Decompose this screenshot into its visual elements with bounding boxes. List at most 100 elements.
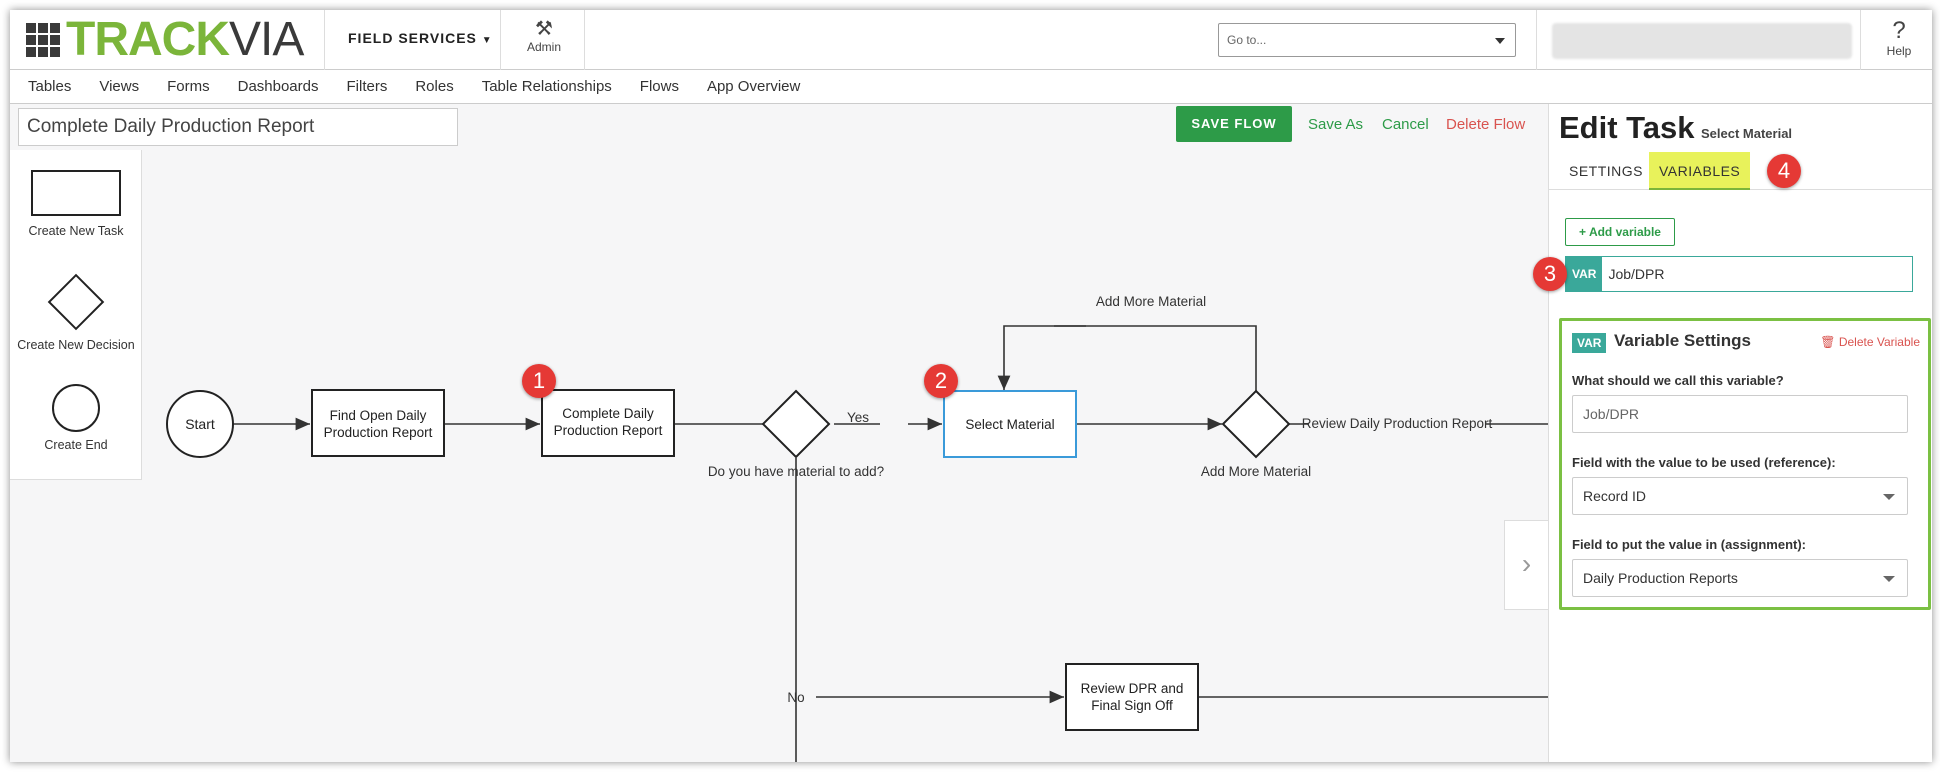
cancel-link[interactable]: Cancel xyxy=(1382,116,1429,133)
delete-flow-link[interactable]: Delete Flow xyxy=(1446,116,1525,133)
panel-subtitle: Select Material xyxy=(1701,126,1793,141)
delete-variable-link[interactable]: 🗑 Delete Variable xyxy=(1820,335,1920,349)
nav-views[interactable]: Views xyxy=(99,78,139,95)
nav-forms[interactable]: Forms xyxy=(167,78,210,95)
task-label: Production Report xyxy=(324,425,433,440)
task-review-dpr[interactable] xyxy=(1065,663,1199,731)
assignment-field-select[interactable]: Daily Production Reports xyxy=(1572,559,1908,597)
callout-badge: 1 xyxy=(522,364,556,398)
task-label: Production Report xyxy=(554,423,663,438)
flow-name-input[interactable]: Complete Daily Production Report xyxy=(18,108,458,146)
trackvia-logo[interactable]: TRACKVIA xyxy=(26,16,304,64)
assignment-field-value: Daily Production Reports xyxy=(1583,570,1738,586)
app-name: FIELD SERVICES xyxy=(348,30,477,46)
decision-label: Do you have material to add? xyxy=(708,464,884,479)
logo-text-via: VIA xyxy=(228,13,304,66)
tab-settings[interactable]: SETTINGS xyxy=(1557,152,1655,190)
plus-icon: + xyxy=(1579,225,1587,239)
caret-down-icon xyxy=(1495,38,1505,44)
variable-name-input[interactable]: Job/DPR xyxy=(1572,395,1908,433)
var-tag: VAR xyxy=(1566,257,1603,291)
user-menu[interactable] xyxy=(1552,23,1852,59)
nav-app-overview[interactable]: App Overview xyxy=(707,78,800,95)
shape-palette: Create New Task Create New Decision Crea… xyxy=(10,150,142,480)
nav-dashboards[interactable]: Dashboards xyxy=(238,78,319,95)
variable-list-item[interactable]: VAR Job/DPR xyxy=(1565,256,1913,292)
connector xyxy=(997,325,1086,390)
loop-label: Add More Material xyxy=(1096,294,1206,309)
nav-tables[interactable]: Tables xyxy=(28,78,71,95)
callout-badge: 3 xyxy=(1533,257,1567,291)
caret-down-icon xyxy=(1883,576,1895,582)
variable-settings-card: VAR Variable Settings 🗑 Delete Variable … xyxy=(1559,318,1931,610)
divider xyxy=(324,10,325,70)
create-decision-tool[interactable]: Create New Decision xyxy=(10,273,142,352)
task-find-open-dpr[interactable] xyxy=(311,389,445,457)
tool-label: Create End xyxy=(44,438,108,452)
divider xyxy=(1536,10,1537,70)
edit-task-panel: Edit Task Select Material SETTINGS VARIA… xyxy=(1533,104,1932,762)
decision-add-more[interactable] xyxy=(1221,389,1291,459)
end-shape-icon xyxy=(52,384,100,432)
callout-badge: 2 xyxy=(924,364,958,398)
assignment-field-label: Field to put the value in (assignment): xyxy=(1572,537,1807,552)
create-end-tool[interactable]: Create End xyxy=(10,384,142,452)
caret-down-icon xyxy=(1883,494,1895,500)
nav-flows[interactable]: Flows xyxy=(640,78,679,95)
decision-label: Add More Material xyxy=(1201,464,1311,479)
tab-variables[interactable]: VARIABLES xyxy=(1649,152,1751,190)
save-as-link[interactable]: Save As xyxy=(1308,116,1363,133)
yes-label: Yes xyxy=(847,410,869,425)
variable-name-label: What should we call this variable? xyxy=(1572,373,1784,388)
review-label: Review Daily Production Report xyxy=(1302,416,1493,431)
variable-name: Job/DPR xyxy=(1608,266,1665,282)
flow-canvas[interactable]: Start Find Open Daily Production Report … xyxy=(10,104,1548,762)
reference-field-select[interactable]: Record ID xyxy=(1572,477,1908,515)
reference-field-value: Record ID xyxy=(1583,488,1647,504)
save-flow-button[interactable]: SAVE FLOW xyxy=(1176,106,1292,142)
divider xyxy=(500,10,501,70)
help-button[interactable]: ? Help xyxy=(1874,18,1924,59)
nav-filters[interactable]: Filters xyxy=(347,78,388,95)
divider xyxy=(1860,10,1861,70)
panel-title: Edit Task xyxy=(1559,110,1695,145)
start-label: Start xyxy=(185,416,215,432)
admin-button[interactable]: ⚒ Admin xyxy=(514,18,574,54)
nav-roles[interactable]: Roles xyxy=(415,78,453,95)
task-label: Complete Daily xyxy=(562,406,654,421)
tool-label: Create New Decision xyxy=(17,338,135,352)
var-tag: VAR xyxy=(1572,333,1607,353)
no-label: No xyxy=(787,690,804,705)
add-variable-button[interactable]: + Add variable xyxy=(1565,218,1675,246)
goto-select[interactable]: Go to... xyxy=(1218,23,1516,57)
tools-icon: ⚒ xyxy=(535,18,553,40)
chevron-down-icon: ▼ xyxy=(481,35,493,46)
task-label: Review DPR and xyxy=(1081,681,1184,696)
task-label: Find Open Daily xyxy=(330,408,427,423)
collapse-panel-button[interactable]: › xyxy=(1504,520,1548,610)
logo-text-track: TRACK xyxy=(66,13,230,66)
create-task-tool[interactable]: Create New Task xyxy=(10,170,142,238)
goto-placeholder: Go to... xyxy=(1227,33,1267,47)
connector xyxy=(1054,325,1257,391)
reference-field-label: Field with the value to be used (referen… xyxy=(1572,455,1836,470)
variable-settings-title: Variable Settings xyxy=(1614,331,1751,350)
trash-icon: 🗑 xyxy=(1820,335,1836,349)
logo-grid-icon xyxy=(26,23,60,57)
app-window: TRACKVIA FIELD SERVICES ▼ ⚒ Admin Go to.… xyxy=(10,10,1932,762)
decision-shape-icon xyxy=(47,273,105,331)
callout-badge: 4 xyxy=(1767,154,1801,188)
delete-variable-label: Delete Variable xyxy=(1838,335,1920,349)
logo-text: TRACKVIA xyxy=(66,13,304,66)
flow-diagram: Start Find Open Daily Production Report … xyxy=(166,294,1548,762)
chevron-right-icon: › xyxy=(1521,548,1532,579)
task-shape-icon xyxy=(31,170,121,216)
nav-table-relationships[interactable]: Table Relationships xyxy=(482,78,612,95)
divider xyxy=(584,10,585,70)
app-selector[interactable]: FIELD SERVICES ▼ xyxy=(348,30,493,46)
task-label: Final Sign Off xyxy=(1091,698,1173,713)
top-bar: TRACKVIA FIELD SERVICES ▼ ⚒ Admin Go to.… xyxy=(10,10,1932,70)
decision-material[interactable] xyxy=(761,389,831,459)
tool-label: Create New Task xyxy=(28,224,124,238)
add-variable-label: Add variable xyxy=(1588,225,1661,239)
